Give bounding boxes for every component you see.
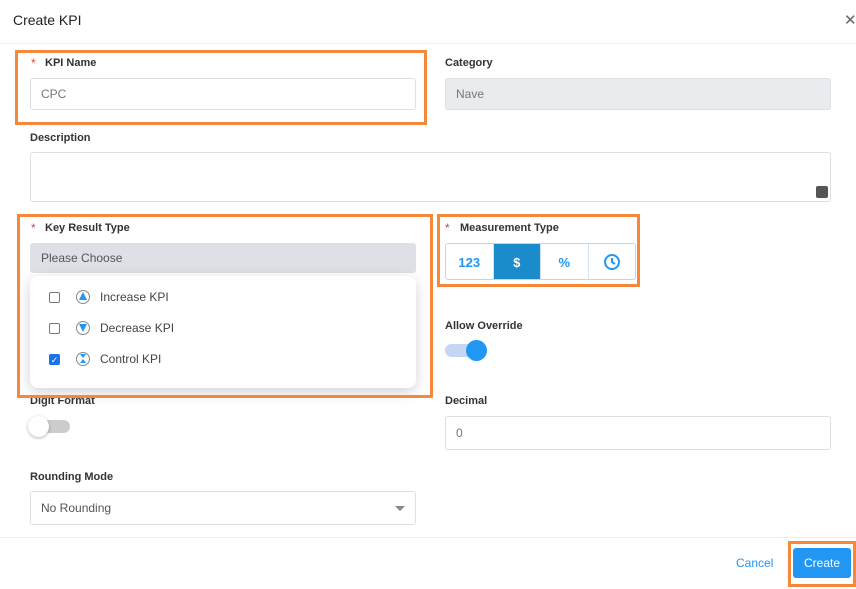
toggle-knob (28, 416, 49, 437)
measurement-number-button[interactable]: 123 (446, 244, 494, 279)
option-label: Increase KPI (100, 290, 169, 304)
create-button[interactable]: Create (793, 548, 851, 578)
allow-override-toggle[interactable] (445, 340, 487, 361)
category-input[interactable]: Nave (445, 78, 831, 110)
arrow-up-circle-icon (76, 290, 90, 304)
decimal-input[interactable]: 0 (445, 416, 831, 450)
dialog-title: Create KPI (13, 12, 82, 28)
checkbox[interactable] (49, 322, 60, 334)
measurement-currency-button[interactable]: $ (493, 244, 541, 279)
clock-icon (604, 254, 621, 270)
description-label: Description (30, 132, 91, 144)
resize-handle[interactable] (816, 186, 828, 198)
toggle-knob (466, 340, 487, 361)
chevron-down-icon (395, 506, 405, 511)
measurement-type-group: 123 $ % (445, 243, 636, 280)
required-mark: * (31, 221, 36, 235)
description-textarea[interactable] (30, 152, 831, 202)
measurement-type-label: Measurement Type (460, 222, 559, 234)
kpi-name-label: KPI Name (45, 57, 97, 69)
required-mark: * (31, 56, 36, 70)
measurement-percent-button[interactable]: % (541, 244, 589, 279)
kpi-name-input[interactable]: CPC (30, 78, 416, 110)
option-control-kpi[interactable]: ✓ Control KPI (30, 349, 416, 369)
checkbox[interactable] (49, 291, 60, 303)
option-decrease-kpi[interactable]: Decrease KPI (30, 318, 416, 338)
checkbox-checked[interactable]: ✓ (49, 353, 60, 365)
option-label: Decrease KPI (100, 321, 175, 335)
footer-divider (0, 537, 856, 538)
option-label: Control KPI (100, 352, 162, 366)
rounding-mode-select[interactable]: No Rounding (30, 491, 416, 525)
cancel-button[interactable]: Cancel (736, 556, 773, 570)
key-result-type-dropdown: Increase KPI Decrease KPI ✓ Control KPI (30, 276, 416, 388)
close-icon[interactable]: ✕ (844, 11, 856, 29)
key-result-type-label: Key Result Type (45, 222, 130, 234)
measurement-time-button[interactable] (589, 244, 636, 279)
key-result-type-select[interactable]: Please Choose (30, 243, 416, 273)
required-mark: * (445, 221, 450, 235)
decimal-label: Decimal (445, 395, 488, 407)
control-circle-icon (76, 352, 90, 366)
category-label: Category (445, 57, 493, 69)
arrow-down-circle-icon (76, 321, 90, 335)
digit-format-toggle[interactable] (28, 416, 70, 437)
option-increase-kpi[interactable]: Increase KPI (30, 287, 416, 307)
header-divider (0, 43, 856, 44)
rounding-mode-label: Rounding Mode (30, 471, 114, 483)
digit-format-label: Digit Format (30, 395, 95, 407)
allow-override-label: Allow Override (445, 320, 523, 332)
rounding-mode-value: No Rounding (41, 501, 112, 515)
